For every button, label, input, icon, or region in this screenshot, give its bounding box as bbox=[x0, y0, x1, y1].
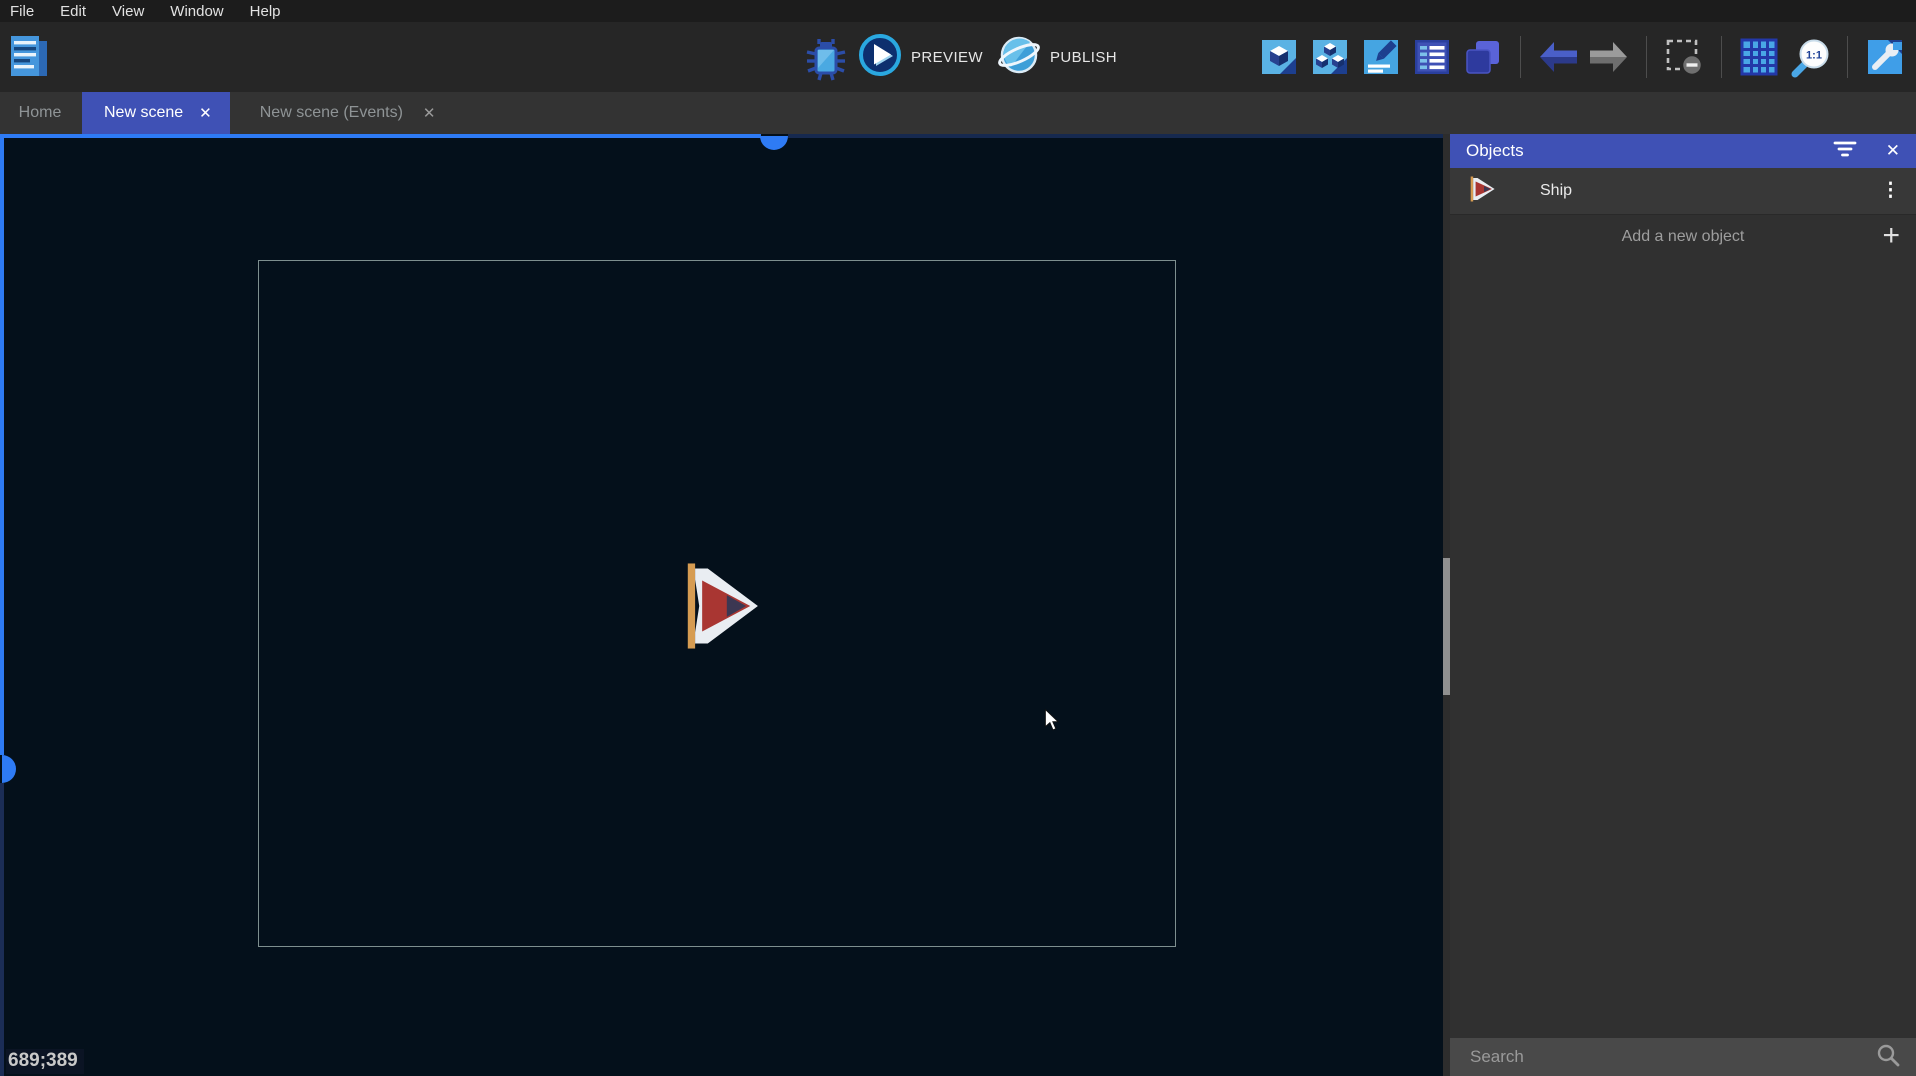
debugger-icon[interactable] bbox=[806, 38, 844, 76]
window-mask-icon[interactable] bbox=[1665, 38, 1703, 76]
tab-new-scene[interactable]: New scene ✕ bbox=[82, 92, 230, 134]
svg-text:1:1: 1:1 bbox=[1806, 50, 1822, 62]
ship-instance[interactable] bbox=[674, 561, 762, 651]
canvas-top-scrollbar[interactable] bbox=[0, 134, 761, 138]
menu-help[interactable]: Help bbox=[250, 3, 281, 20]
objects-search-input[interactable] bbox=[1470, 1047, 1876, 1067]
editor-tabbar: Home New scene ✕ New scene (Events) ✕ bbox=[0, 92, 1916, 134]
redo-icon[interactable] bbox=[1590, 38, 1628, 76]
menu-bar: File Edit View Window Help bbox=[0, 0, 1916, 22]
toolbar-separator bbox=[1721, 36, 1722, 78]
open-layers-editor-icon[interactable] bbox=[1464, 38, 1502, 76]
toolbar-separator bbox=[1646, 36, 1647, 78]
objects-panel-body bbox=[1450, 258, 1916, 1038]
main-toolbar: PREVIEW PUBLISH bbox=[0, 22, 1916, 92]
canvas-left-scrollbar[interactable] bbox=[0, 134, 4, 755]
close-panel-icon[interactable]: ✕ bbox=[1886, 141, 1900, 161]
preview-label: PREVIEW bbox=[911, 49, 983, 66]
tab-label: New scene (Events) bbox=[260, 104, 403, 122]
canvas-right-scrollbar[interactable] bbox=[1443, 134, 1450, 1076]
plus-icon: + bbox=[1882, 219, 1900, 253]
objects-panel-title: Objects bbox=[1466, 141, 1524, 161]
open-objects-editor-icon[interactable] bbox=[1260, 38, 1298, 76]
grid-icon[interactable] bbox=[1740, 38, 1778, 76]
menu-file[interactable]: File bbox=[10, 3, 34, 20]
scene-settings-wrench-icon[interactable] bbox=[1866, 38, 1904, 76]
objects-search-bar bbox=[1450, 1038, 1916, 1076]
tab-label: New scene bbox=[104, 104, 183, 122]
toolbar-separator bbox=[1520, 36, 1521, 78]
canvas-top-scrollbar-track[interactable] bbox=[788, 134, 1443, 138]
open-object-groups-editor-icon[interactable] bbox=[1311, 38, 1349, 76]
open-instances-list-icon[interactable] bbox=[1413, 38, 1451, 76]
publish-button[interactable]: PUBLISH bbox=[997, 33, 1117, 82]
undo-icon[interactable] bbox=[1539, 38, 1577, 76]
scene-canvas[interactable]: 689;389 bbox=[0, 134, 1443, 1076]
object-name: Ship bbox=[1540, 182, 1572, 200]
canvas-left-scrollbar-track[interactable] bbox=[0, 783, 4, 1076]
canvas-left-scroll-thumb[interactable] bbox=[2, 755, 16, 783]
tab-close-icon[interactable]: ✕ bbox=[423, 106, 436, 121]
object-menu-kebab-icon[interactable]: ⋮ bbox=[1881, 185, 1900, 197]
filter-icon[interactable] bbox=[1832, 140, 1858, 163]
preview-button[interactable]: PREVIEW bbox=[858, 33, 983, 82]
main-area: 689;389 Objects ✕ bbox=[0, 134, 1916, 1076]
search-icon bbox=[1876, 1043, 1900, 1072]
objects-panel: Objects ✕ bbox=[1450, 134, 1916, 1076]
tab-home[interactable]: Home bbox=[0, 92, 80, 134]
canvas-right-scroll-thumb[interactable] bbox=[1443, 558, 1450, 695]
project-manager-icon[interactable] bbox=[8, 34, 50, 80]
preview-play-icon bbox=[858, 33, 902, 82]
zoom-1-1-icon[interactable]: 1:1 bbox=[1791, 38, 1829, 76]
menu-window[interactable]: Window bbox=[170, 3, 223, 20]
tab-new-scene-events[interactable]: New scene (Events) ✕ bbox=[238, 92, 452, 134]
objects-panel-header: Objects ✕ bbox=[1450, 134, 1916, 168]
tab-label: Home bbox=[19, 104, 62, 122]
cursor-coordinates: 689;389 bbox=[6, 1049, 84, 1074]
mouse-cursor bbox=[1044, 709, 1060, 736]
add-new-object-label: Add a new object bbox=[1450, 228, 1916, 246]
object-row-ship[interactable]: Ship ⋮ bbox=[1450, 168, 1916, 215]
canvas-top-scroll-thumb[interactable] bbox=[760, 136, 788, 150]
add-new-object-button[interactable]: Add a new object + bbox=[1450, 215, 1916, 258]
toolbar-separator bbox=[1847, 36, 1848, 78]
tab-close-icon[interactable]: ✕ bbox=[199, 106, 212, 121]
open-properties-panel-icon[interactable] bbox=[1362, 38, 1400, 76]
publish-label: PUBLISH bbox=[1050, 49, 1117, 66]
menu-view[interactable]: View bbox=[112, 3, 144, 20]
publish-globe-icon bbox=[997, 33, 1041, 82]
menu-edit[interactable]: Edit bbox=[60, 3, 86, 20]
ship-thumbnail-icon bbox=[1466, 174, 1496, 209]
